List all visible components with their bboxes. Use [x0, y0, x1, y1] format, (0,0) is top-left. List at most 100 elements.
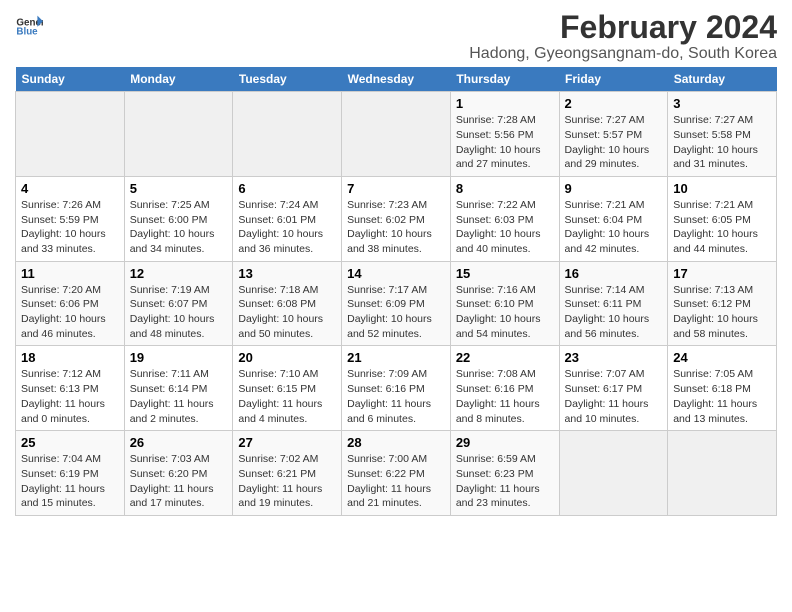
calendar-week-row: 18 Sunrise: 7:12 AM Sunset: 6:13 PM Dayli…: [16, 346, 777, 431]
day-info: Sunrise: 7:23 AM Sunset: 6:02 PM Dayligh…: [347, 198, 445, 257]
calendar-cell: 24Sunrise: 7:05 AM Sunset: 6:18 PM Dayli…: [668, 346, 777, 431]
day-number: 18: [21, 350, 119, 365]
calendar-header-sunday: Sunday: [16, 67, 125, 92]
calendar-cell: 5 Sunrise: 7:25 AM Sunset: 6:00 PM Daylig…: [124, 176, 233, 261]
calendar-cell: 14 Sunrise: 7:17 AM Sunset: 6:09 PM Dayli…: [342, 261, 451, 346]
day-number: 8: [456, 181, 554, 196]
day-number: 20: [238, 350, 336, 365]
calendar-header-monday: Monday: [124, 67, 233, 92]
calendar-cell: 13Sunrise: 7:18 AM Sunset: 6:08 PM Dayli…: [233, 261, 342, 346]
day-info: Sunrise: 7:16 AM Sunset: 6:10 PM Dayligh…: [456, 283, 554, 342]
calendar-week-row: 25 Sunrise: 7:04 AM Sunset: 6:19 PM Dayli…: [16, 431, 777, 516]
calendar-header-wednesday: Wednesday: [342, 67, 451, 92]
day-info: Sunrise: 7:26 AM Sunset: 5:59 PM Dayligh…: [21, 198, 119, 257]
location-subtitle: Hadong, Gyeongsangnam-do, South Korea: [469, 45, 777, 63]
day-info: Sunrise: 7:12 AM Sunset: 6:13 PM Dayligh…: [21, 367, 119, 426]
day-number: 4: [21, 181, 119, 196]
day-number: 1: [456, 96, 554, 111]
day-info: Sunrise: 7:09 AM Sunset: 6:16 PM Dayligh…: [347, 367, 445, 426]
calendar-header-row: SundayMondayTuesdayWednesdayThursdayFrid…: [16, 67, 777, 92]
day-number: 19: [130, 350, 228, 365]
day-info: Sunrise: 7:22 AM Sunset: 6:03 PM Dayligh…: [456, 198, 554, 257]
calendar-cell: [16, 92, 125, 177]
day-info: Sunrise: 7:00 AM Sunset: 6:22 PM Dayligh…: [347, 452, 445, 511]
logo-icon: General Blue: [15, 10, 43, 38]
day-number: 25: [21, 435, 119, 450]
calendar-cell: 28 Sunrise: 7:00 AM Sunset: 6:22 PM Dayli…: [342, 431, 451, 516]
calendar-cell: 4 Sunrise: 7:26 AM Sunset: 5:59 PM Daylig…: [16, 176, 125, 261]
day-number: 15: [456, 266, 554, 281]
calendar-cell: 21 Sunrise: 7:09 AM Sunset: 6:16 PM Dayli…: [342, 346, 451, 431]
calendar-cell: 18 Sunrise: 7:12 AM Sunset: 6:13 PM Dayli…: [16, 346, 125, 431]
month-year-title: February 2024: [469, 10, 777, 45]
calendar-cell: 12 Sunrise: 7:19 AM Sunset: 6:07 PM Dayli…: [124, 261, 233, 346]
day-info: Sunrise: 7:05 AM Sunset: 6:18 PM Dayligh…: [673, 367, 771, 426]
day-info: Sunrise: 7:03 AM Sunset: 6:20 PM Dayligh…: [130, 452, 228, 511]
calendar-cell: 25 Sunrise: 7:04 AM Sunset: 6:19 PM Dayli…: [16, 431, 125, 516]
calendar-cell: 27 Sunrise: 7:02 AM Sunset: 6:21 PM Dayli…: [233, 431, 342, 516]
calendar-cell: 20 Sunrise: 7:10 AM Sunset: 6:15 PM Dayli…: [233, 346, 342, 431]
day-info: Sunrise: 7:25 AM Sunset: 6:00 PM Dayligh…: [130, 198, 228, 257]
day-number: 12: [130, 266, 228, 281]
day-number: 5: [130, 181, 228, 196]
page-header: General Blue February 2024 Hadong, Gyeon…: [15, 10, 777, 63]
day-info: Sunrise: 7:14 AM Sunset: 6:11 PM Dayligh…: [565, 283, 663, 342]
calendar-header-saturday: Saturday: [668, 67, 777, 92]
day-number: 28: [347, 435, 445, 450]
day-number: 11: [21, 266, 119, 281]
day-number: 10: [673, 181, 771, 196]
calendar-cell: 15 Sunrise: 7:16 AM Sunset: 6:10 PM Dayli…: [450, 261, 559, 346]
calendar-cell: 1Sunrise: 7:28 AM Sunset: 5:56 PM Daylig…: [450, 92, 559, 177]
calendar-cell: 22 Sunrise: 7:08 AM Sunset: 6:16 PM Dayli…: [450, 346, 559, 431]
calendar-cell: 8 Sunrise: 7:22 AM Sunset: 6:03 PM Daylig…: [450, 176, 559, 261]
day-info: Sunrise: 7:18 AM Sunset: 6:08 PM Dayligh…: [238, 283, 336, 342]
calendar-cell: 7 Sunrise: 7:23 AM Sunset: 6:02 PM Daylig…: [342, 176, 451, 261]
calendar-body: 1Sunrise: 7:28 AM Sunset: 5:56 PM Daylig…: [16, 92, 777, 516]
calendar-header-thursday: Thursday: [450, 67, 559, 92]
day-number: 14: [347, 266, 445, 281]
day-info: Sunrise: 7:02 AM Sunset: 6:21 PM Dayligh…: [238, 452, 336, 511]
day-number: 22: [456, 350, 554, 365]
day-info: Sunrise: 7:08 AM Sunset: 6:16 PM Dayligh…: [456, 367, 554, 426]
calendar-cell: 23 Sunrise: 7:07 AM Sunset: 6:17 PM Dayli…: [559, 346, 668, 431]
day-info: Sunrise: 7:10 AM Sunset: 6:15 PM Dayligh…: [238, 367, 336, 426]
calendar-cell: 26 Sunrise: 7:03 AM Sunset: 6:20 PM Dayli…: [124, 431, 233, 516]
day-number: 3: [673, 96, 771, 111]
calendar-cell: 3 Sunrise: 7:27 AM Sunset: 5:58 PM Daylig…: [668, 92, 777, 177]
logo: General Blue: [15, 10, 43, 38]
day-info: Sunrise: 7:17 AM Sunset: 6:09 PM Dayligh…: [347, 283, 445, 342]
day-number: 17: [673, 266, 771, 281]
calendar-cell: [233, 92, 342, 177]
calendar-cell: [124, 92, 233, 177]
day-number: 7: [347, 181, 445, 196]
calendar-table: SundayMondayTuesdayWednesdayThursdayFrid…: [15, 67, 777, 516]
day-info: Sunrise: 7:07 AM Sunset: 6:17 PM Dayligh…: [565, 367, 663, 426]
day-info: Sunrise: 7:21 AM Sunset: 6:05 PM Dayligh…: [673, 198, 771, 257]
calendar-cell: 16Sunrise: 7:14 AM Sunset: 6:11 PM Dayli…: [559, 261, 668, 346]
calendar-cell: 2Sunrise: 7:27 AM Sunset: 5:57 PM Daylig…: [559, 92, 668, 177]
day-info: Sunrise: 7:04 AM Sunset: 6:19 PM Dayligh…: [21, 452, 119, 511]
calendar-header-friday: Friday: [559, 67, 668, 92]
calendar-cell: 11 Sunrise: 7:20 AM Sunset: 6:06 PM Dayli…: [16, 261, 125, 346]
day-number: 9: [565, 181, 663, 196]
calendar-week-row: 1Sunrise: 7:28 AM Sunset: 5:56 PM Daylig…: [16, 92, 777, 177]
day-info: Sunrise: 7:27 AM Sunset: 5:57 PM Dayligh…: [565, 113, 663, 172]
day-number: 23: [565, 350, 663, 365]
day-info: Sunrise: 7:20 AM Sunset: 6:06 PM Dayligh…: [21, 283, 119, 342]
calendar-cell: 29 Sunrise: 6:59 AM Sunset: 6:23 PM Dayli…: [450, 431, 559, 516]
calendar-cell: 10 Sunrise: 7:21 AM Sunset: 6:05 PM Dayli…: [668, 176, 777, 261]
day-number: 27: [238, 435, 336, 450]
day-number: 29: [456, 435, 554, 450]
day-number: 21: [347, 350, 445, 365]
calendar-week-row: 11 Sunrise: 7:20 AM Sunset: 6:06 PM Dayli…: [16, 261, 777, 346]
calendar-cell: 17 Sunrise: 7:13 AM Sunset: 6:12 PM Dayli…: [668, 261, 777, 346]
day-info: Sunrise: 7:21 AM Sunset: 6:04 PM Dayligh…: [565, 198, 663, 257]
day-info: Sunrise: 7:27 AM Sunset: 5:58 PM Dayligh…: [673, 113, 771, 172]
day-info: Sunrise: 7:24 AM Sunset: 6:01 PM Dayligh…: [238, 198, 336, 257]
calendar-cell: 6Sunrise: 7:24 AM Sunset: 6:01 PM Daylig…: [233, 176, 342, 261]
day-info: Sunrise: 7:13 AM Sunset: 6:12 PM Dayligh…: [673, 283, 771, 342]
day-number: 26: [130, 435, 228, 450]
day-info: Sunrise: 7:19 AM Sunset: 6:07 PM Dayligh…: [130, 283, 228, 342]
day-info: Sunrise: 6:59 AM Sunset: 6:23 PM Dayligh…: [456, 452, 554, 511]
title-block: February 2024 Hadong, Gyeongsangnam-do, …: [469, 10, 777, 63]
